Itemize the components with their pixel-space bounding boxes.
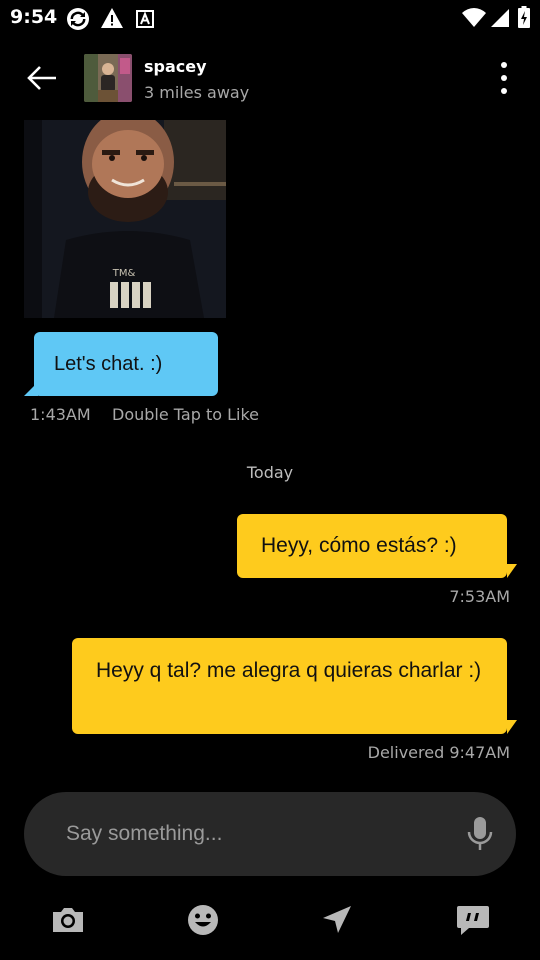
emoji-button[interactable] xyxy=(185,902,221,938)
camera-button[interactable] xyxy=(50,902,86,938)
voice-message-button[interactable] xyxy=(466,816,494,852)
outgoing-message-bubble[interactable]: Heyy, cómo estás? :) xyxy=(237,514,507,578)
saved-phrases-icon xyxy=(457,906,489,935)
camera-icon xyxy=(53,908,83,932)
message-delivery-status: Delivered 9:47AM xyxy=(367,743,510,762)
saved-phrases-button[interactable] xyxy=(455,902,491,938)
contact-name[interactable]: spacey xyxy=(144,57,207,76)
arrow-left-icon xyxy=(27,66,56,90)
chat-toolbar xyxy=(0,892,540,952)
contact-distance: 3 miles away xyxy=(144,83,250,102)
more-vertical-icon xyxy=(501,62,507,94)
outgoing-message-bubble[interactable]: Heyy q tal? me alegra q quieras charlar … xyxy=(72,638,507,734)
photo-thumbnail: TM& xyxy=(24,110,226,318)
status-time: 9:54 xyxy=(10,6,58,28)
incoming-photo-message[interactable]: TM& xyxy=(24,110,226,318)
incoming-message-bubble[interactable]: Let's chat. :) xyxy=(34,332,218,396)
bubble-tail xyxy=(507,720,517,734)
status-bar: 9:54 xyxy=(0,0,540,36)
emoji-icon xyxy=(188,905,218,935)
message-input[interactable] xyxy=(66,792,446,876)
message-timestamp: 7:53AM xyxy=(449,587,510,606)
text-a-icon xyxy=(136,10,154,32)
bubble-tail xyxy=(24,382,38,396)
message-timestamp: 1:43AM xyxy=(30,405,91,424)
more-options-button[interactable] xyxy=(488,60,520,96)
back-button[interactable] xyxy=(22,58,62,98)
location-icon xyxy=(323,906,351,933)
avatar[interactable] xyxy=(84,54,132,102)
cell-signal-icon xyxy=(490,8,510,32)
warning-icon xyxy=(100,7,124,33)
date-separator: Today xyxy=(246,463,294,482)
message-composer xyxy=(24,792,516,876)
send-location-button[interactable] xyxy=(319,902,355,938)
double-tap-hint: Double Tap to Like xyxy=(112,405,259,424)
wifi-icon xyxy=(462,8,486,32)
battery-icon xyxy=(518,6,530,32)
chat-header: spacey 3 miles away xyxy=(0,36,540,120)
svg-text:TM&: TM& xyxy=(112,268,136,279)
sync-icon xyxy=(66,7,90,35)
bubble-tail xyxy=(507,564,517,578)
microphone-icon xyxy=(467,817,493,850)
